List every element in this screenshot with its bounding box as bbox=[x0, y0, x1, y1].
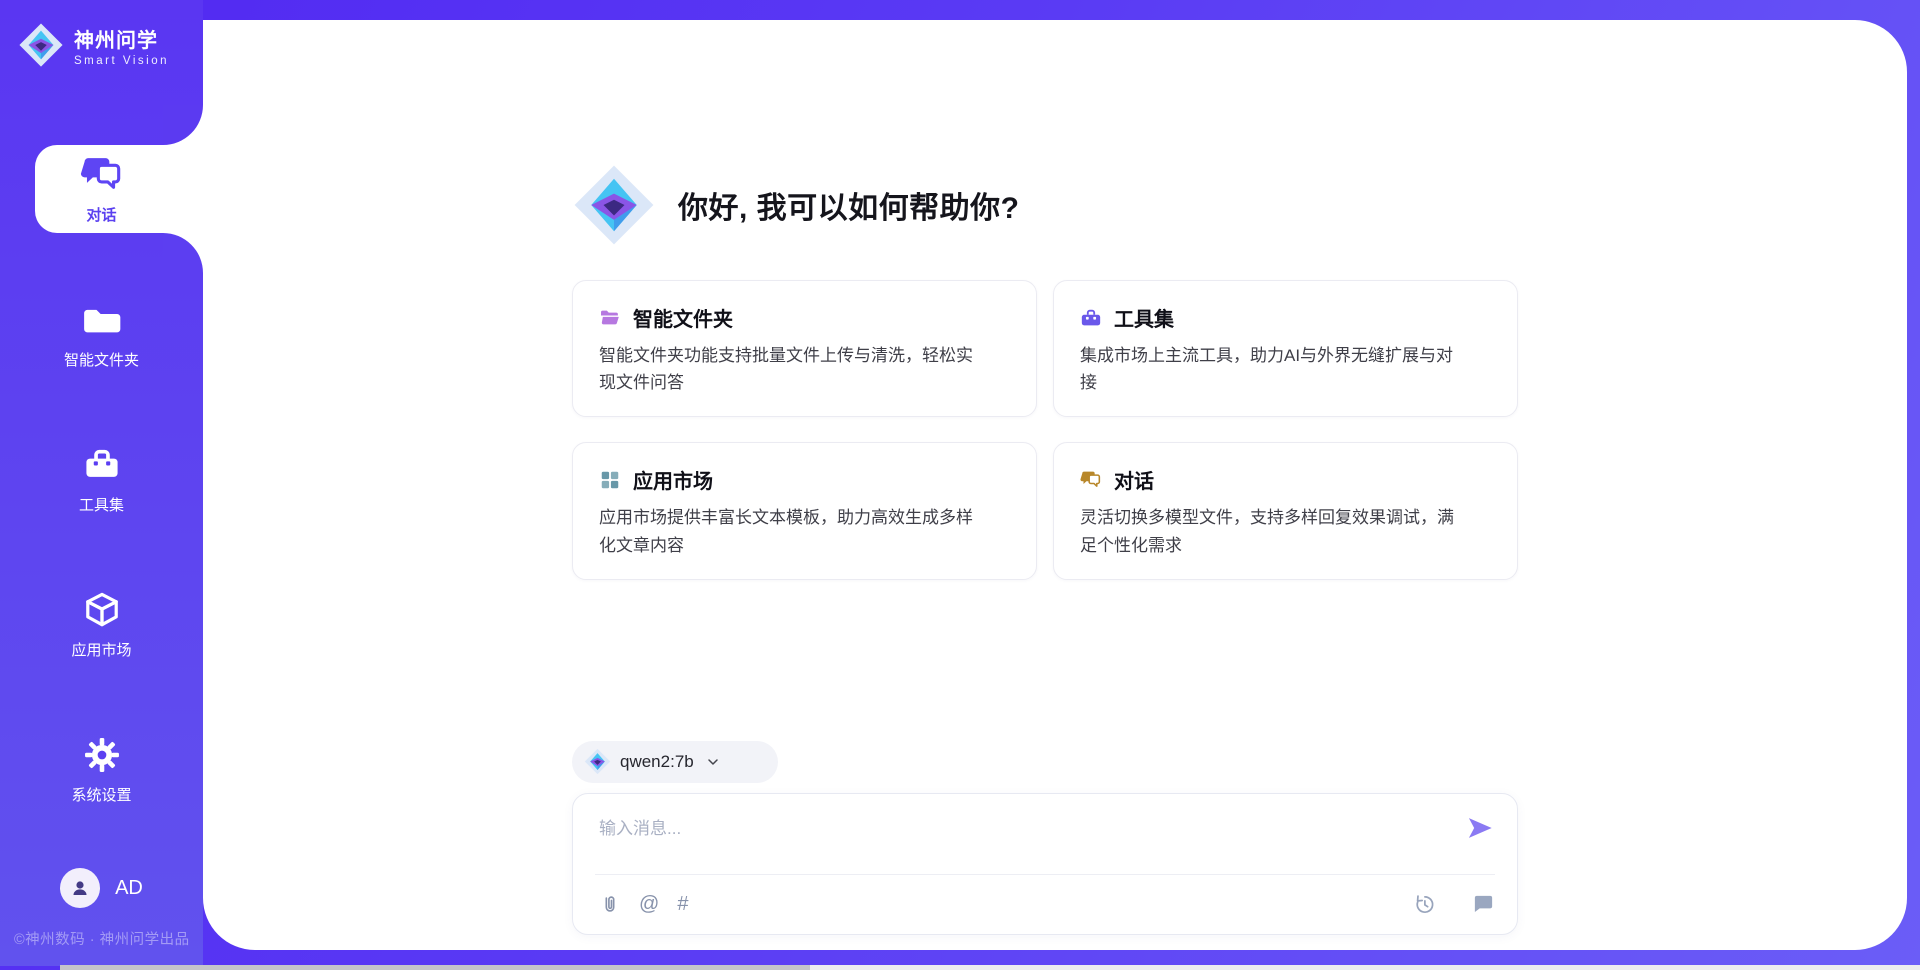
sidebar-item-label: 工具集 bbox=[79, 494, 124, 515]
card-description: 应用市场提供丰富长文本模板，助力高效生成多样化文章内容 bbox=[599, 504, 981, 558]
greeting-gem-icon bbox=[572, 163, 656, 247]
sidebar-item-label: 对话 bbox=[86, 204, 116, 225]
sidebar-item-smart-folder[interactable]: 智能文件夹 bbox=[0, 290, 203, 378]
card-description: 集成市场上主流工具，助力AI与外界无缝扩展与对接 bbox=[1080, 342, 1462, 396]
card-toolset[interactable]: 工具集 集成市场上主流工具，助力AI与外界无缝扩展与对接 bbox=[1053, 280, 1518, 417]
history-button[interactable] bbox=[1413, 892, 1436, 918]
sidebar-item-label: 应用市场 bbox=[71, 639, 131, 660]
topic-button[interactable]: # bbox=[677, 892, 688, 918]
user-initials: AD bbox=[115, 877, 143, 900]
sidebar-item-settings[interactable]: 系统设置 bbox=[0, 725, 203, 813]
card-title: 应用市场 bbox=[633, 465, 713, 494]
toolbox-icon bbox=[80, 443, 124, 487]
mention-button[interactable]: @ bbox=[639, 892, 659, 918]
history-icon bbox=[1413, 893, 1436, 916]
user-profile[interactable]: AD bbox=[0, 868, 203, 908]
card-description: 灵活切换多模型文件，支持多样回复效果调试，满足个性化需求 bbox=[1080, 504, 1462, 558]
copyright-text: ©神州数码 · 神州问学出品 bbox=[14, 928, 204, 949]
send-icon bbox=[1466, 814, 1494, 842]
send-button[interactable] bbox=[1465, 814, 1495, 844]
card-title: 对话 bbox=[1114, 465, 1154, 494]
card-app-market[interactable]: 应用市场 应用市场提供丰富长文本模板，助力高效生成多样化文章内容 bbox=[572, 442, 1037, 579]
grid-icon bbox=[599, 469, 621, 491]
app-name: 神州问学 bbox=[74, 24, 169, 53]
person-icon bbox=[68, 876, 92, 900]
folder-open-icon bbox=[599, 307, 621, 329]
composer-toolbar: @ # bbox=[599, 875, 1495, 935]
main-content: 你好, 我可以如何帮助你? 智能文件夹 智能文件夹功能支持批量文件上传与清洗，轻… bbox=[572, 20, 1518, 935]
model-name: qwen2:7b bbox=[620, 752, 694, 772]
cube-icon bbox=[80, 588, 124, 632]
horizontal-scrollbar[interactable] bbox=[60, 965, 1920, 970]
greeting-text: 你好, 我可以如何帮助你? bbox=[678, 183, 1020, 227]
card-description: 智能文件夹功能支持批量文件上传与清洗，轻松实现文件问答 bbox=[599, 342, 981, 396]
toolbox-icon bbox=[1080, 307, 1102, 329]
message-composer: @ # bbox=[572, 793, 1518, 935]
greeting-row: 你好, 我可以如何帮助你? bbox=[572, 163, 1518, 247]
at-icon: @ bbox=[639, 893, 659, 916]
sidebar-item-label: 智能文件夹 bbox=[64, 349, 139, 370]
chevron-down-icon bbox=[705, 754, 721, 770]
card-title: 工具集 bbox=[1114, 303, 1174, 332]
feature-cards: 智能文件夹 智能文件夹功能支持批量文件上传与清洗，轻松实现文件问答 工具集 集成… bbox=[572, 280, 1518, 580]
sidebar: 神州问学 Smart Vision 对话 智能文件夹 工具集 bbox=[0, 0, 203, 966]
paperclip-icon bbox=[599, 894, 621, 916]
sidebar-item-chat[interactable]: 对话 bbox=[0, 145, 203, 233]
sidebar-item-toolset[interactable]: 工具集 bbox=[0, 435, 203, 523]
model-gem-icon bbox=[584, 748, 611, 775]
avatar bbox=[60, 868, 100, 908]
attach-file-button[interactable] bbox=[599, 892, 621, 918]
app-logo: 神州问学 Smart Vision bbox=[18, 22, 169, 68]
composer-toolbar-right bbox=[1413, 892, 1495, 918]
sidebar-item-app-market[interactable]: 应用市场 bbox=[0, 580, 203, 668]
horizontal-scrollbar-thumb[interactable] bbox=[60, 965, 810, 970]
chat-bubble-icon bbox=[1472, 893, 1495, 916]
chat-bubbles-icon bbox=[1080, 469, 1102, 491]
hash-icon: # bbox=[677, 893, 688, 916]
model-selector[interactable]: qwen2:7b bbox=[572, 741, 778, 783]
chat-bubbles-icon bbox=[80, 153, 124, 197]
gear-icon bbox=[80, 733, 124, 777]
app-subtitle: Smart Vision bbox=[74, 55, 169, 67]
message-input[interactable] bbox=[573, 794, 1453, 870]
sidebar-item-label: 系统设置 bbox=[71, 784, 131, 805]
active-nav-fillet-bottom bbox=[163, 233, 203, 273]
main-panel: 你好, 我可以如何帮助你? 智能文件夹 智能文件夹功能支持批量文件上传与清洗，轻… bbox=[203, 20, 1907, 950]
chat-mode-button[interactable] bbox=[1472, 892, 1495, 918]
brand-gem-icon bbox=[18, 22, 64, 68]
active-nav-fillet-top bbox=[163, 105, 203, 145]
card-chat[interactable]: 对话 灵活切换多模型文件，支持多样回复效果调试，满足个性化需求 bbox=[1053, 442, 1518, 579]
folder-icon bbox=[80, 298, 124, 342]
card-title: 智能文件夹 bbox=[633, 303, 733, 332]
card-smart-folder[interactable]: 智能文件夹 智能文件夹功能支持批量文件上传与清洗，轻松实现文件问答 bbox=[572, 280, 1037, 417]
